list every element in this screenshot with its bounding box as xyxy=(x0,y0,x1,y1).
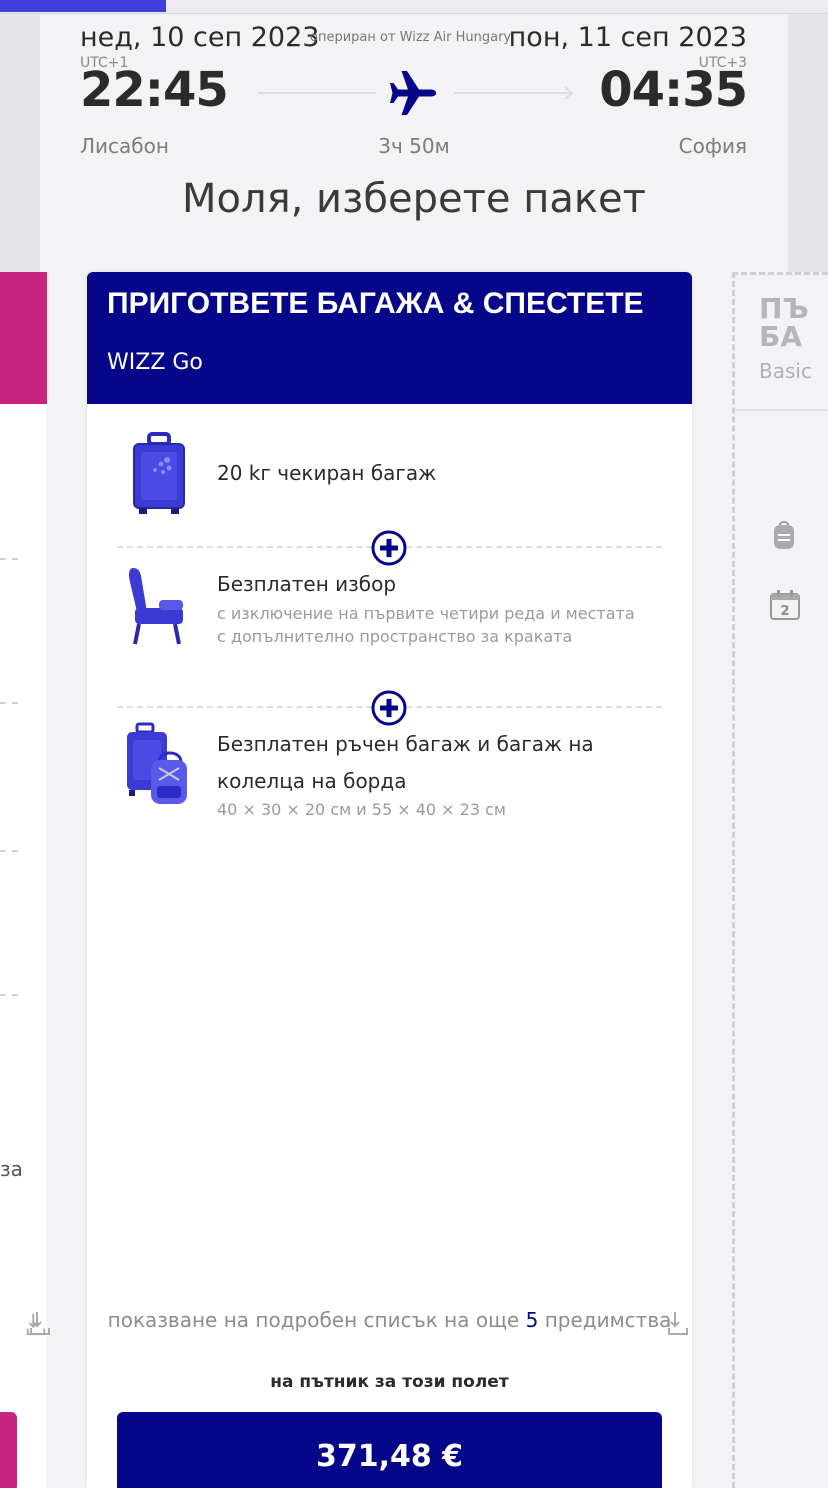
bundle-card-right-title: ПЪ БА xyxy=(759,292,809,353)
seat-icon xyxy=(129,568,183,645)
more-benefits-count: 5 xyxy=(525,1308,539,1332)
feature-separator xyxy=(0,994,18,996)
plus-icon xyxy=(371,530,407,566)
departure-date: нед, 10 сеп 2023 xyxy=(80,22,320,53)
plus-icon xyxy=(371,690,407,726)
feature-separator xyxy=(0,702,18,704)
feature-title: колелца на борда xyxy=(217,769,407,793)
feature-description: с изключение на първите четири реда и ме… xyxy=(217,604,635,646)
operator-label: опериран от Wizz Air Hungary xyxy=(310,30,512,45)
more-benefits-link[interactable]: показване на подробен списък на още 5 пр… xyxy=(87,1308,692,1332)
details-icon[interactable] xyxy=(665,1308,691,1338)
details-icon[interactable] xyxy=(27,1308,53,1338)
bundle-subtitle: WIZZ Go xyxy=(107,350,203,375)
arrival-time: 04:35 xyxy=(599,62,748,118)
departure-time: 22:45 xyxy=(80,62,229,118)
select-bundle-button[interactable]: 371,48 € xyxy=(117,1412,662,1488)
page-title: Моля, изберете пакет xyxy=(182,176,646,222)
route-line xyxy=(258,92,376,94)
arrival-city: София xyxy=(678,134,747,158)
svg-text:2: 2 xyxy=(780,604,789,619)
plane-icon xyxy=(390,71,436,115)
bundle-card-left[interactable]: за xyxy=(0,272,47,1488)
bundle-card-left-select-button[interactable] xyxy=(0,1412,17,1488)
bundle-card-left-text: за xyxy=(0,1157,23,1181)
feature-description: 40 × 30 × 20 см и 55 × 40 × 23 см xyxy=(217,800,506,819)
bundle-card-left-header xyxy=(0,272,47,404)
route-arrow-icon xyxy=(564,86,574,100)
bundle-title: ПРИГОТВЕТЕ БАГАЖА & СПЕСТЕТЕ xyxy=(107,287,644,320)
route-line xyxy=(454,92,570,94)
suitcase-icon xyxy=(133,432,185,514)
feature-title: Безплатен ръчен багаж и багаж на xyxy=(217,732,594,756)
bundle-card-right[interactable]: ПЪ БА Basic 2 xyxy=(732,272,828,1488)
divider xyxy=(735,409,828,411)
price-note: на пътник за този полет xyxy=(270,1372,509,1392)
arrival-date: пон, 11 сеп 2023 xyxy=(508,22,747,53)
backpack-icon xyxy=(774,521,794,549)
feature-title: 20 kг чекиран багаж xyxy=(217,461,437,485)
bundle-card-featured[interactable]: ПРИГОТВЕТЕ БАГАЖА & СПЕСТЕТЕ WIZZ Go 20 … xyxy=(30,272,692,1488)
bundle-price: 371,48 € xyxy=(315,1439,464,1474)
feature-title: Безплатен избор xyxy=(217,572,397,596)
more-benefits-prefix: показване на подробен списък на още xyxy=(107,1308,520,1332)
bundle-card-header: ПРИГОТВЕТЕ БАГАЖА & СПЕСТЕТЕ WIZZ Go xyxy=(87,272,692,404)
bundle-card-right-subtitle: Basic xyxy=(759,359,812,383)
more-benefits-suffix: предимства xyxy=(544,1308,672,1332)
feature-separator xyxy=(0,558,18,560)
calendar-icon: 2 xyxy=(770,590,800,620)
progress-strip xyxy=(0,0,828,14)
cabin-bags-icon xyxy=(127,722,187,804)
progress-fill xyxy=(0,0,166,12)
feature-separator xyxy=(0,850,18,852)
